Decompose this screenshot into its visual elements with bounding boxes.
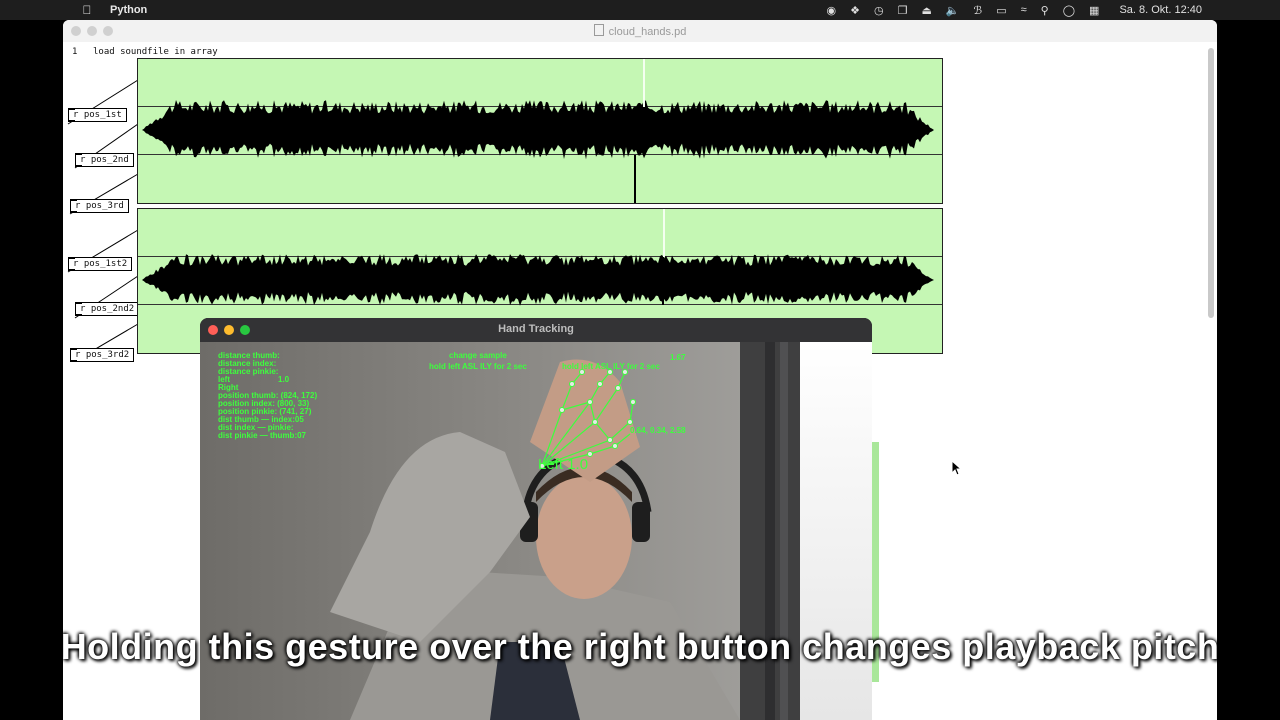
receive-pos-2nd2[interactable]: r pos_2nd2	[75, 302, 140, 316]
apple-menu-icon[interactable]: 	[80, 3, 94, 17]
window-title: cloud_hands.pd	[63, 24, 1217, 38]
vertical-scrollbar[interactable]	[1208, 48, 1214, 318]
document-icon	[593, 24, 604, 36]
wifi-icon[interactable]: ≈	[1021, 4, 1027, 16]
receive-pos-1st[interactable]: r pos_1st	[68, 108, 127, 122]
control-center-icon[interactable]: ▦	[1089, 4, 1099, 17]
dropbox-icon[interactable]: ❖	[850, 4, 860, 17]
eject-icon[interactable]: ⏏	[921, 4, 931, 17]
window-icon[interactable]: ❐	[898, 4, 908, 17]
sound-array-1[interactable]	[137, 58, 943, 204]
volume-icon[interactable]: 🔈	[946, 4, 960, 17]
video-caption: Holding this gesture over the right butt…	[60, 626, 1220, 667]
waveform-1	[142, 59, 934, 203]
receive-pos-3rd2[interactable]: r pos_3rd2	[70, 348, 135, 362]
pd-titlebar: cloud_hands.pd	[63, 20, 1217, 43]
menu-bar:  Python ◉ ❖ ◷ ❐ ⏏ 🔈 ℬ ▭ ≈ ⚲ ◯ ▦ Sa. 8. …	[0, 0, 1280, 20]
record-icon[interactable]: ◉	[826, 4, 836, 17]
receive-pos-2nd[interactable]: r pos_2nd	[75, 153, 134, 167]
mouse-cursor-icon	[951, 460, 963, 476]
receive-pos-1st2[interactable]: r pos_1st2	[68, 257, 133, 271]
receive-pos-3rd[interactable]: r pos_3rd	[70, 199, 129, 213]
battery-icon[interactable]: ▭	[996, 4, 1006, 17]
user-icon[interactable]: ◯	[1063, 4, 1075, 17]
time-machine-icon[interactable]: ◷	[874, 4, 884, 17]
bluetooth-icon[interactable]: ℬ	[974, 4, 983, 17]
window-title: Hand Tracking	[498, 323, 574, 335]
hand-tracking-titlebar: Hand Tracking	[200, 318, 872, 342]
menu-clock[interactable]: Sa. 8. Okt. 12:40	[1119, 4, 1202, 16]
app-menu-name[interactable]: Python	[110, 4, 147, 16]
menu-extras: ◉ ❖ ◷ ❐ ⏏ 🔈 ℬ ▭ ≈ ⚲ ◯ ▦ Sa. 8. Okt. 12:4…	[826, 0, 1202, 20]
search-icon[interactable]: ⚲	[1041, 4, 1049, 17]
hand-label: Left 1.0	[538, 456, 589, 473]
